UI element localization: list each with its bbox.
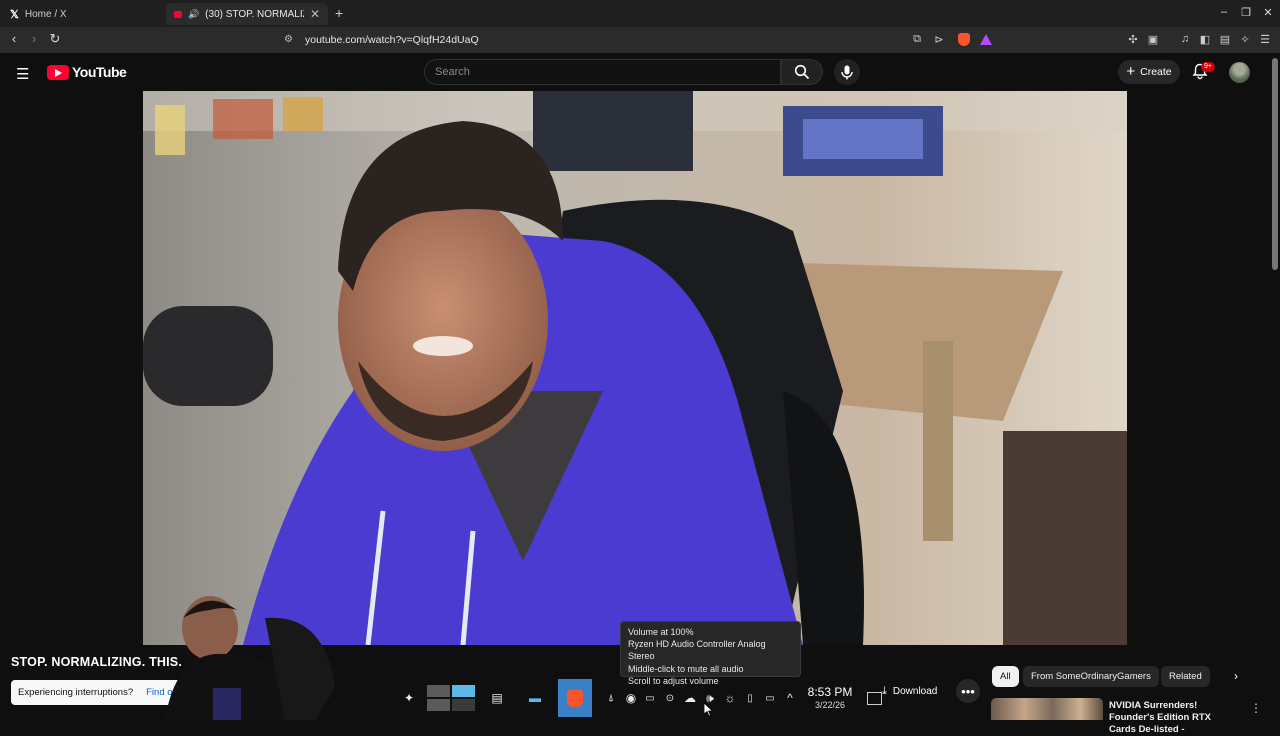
tray-antenna-icon[interactable]: ⍋ (603, 679, 619, 717)
workspace-switcher[interactable] (426, 679, 476, 717)
new-tab-button[interactable]: + (335, 5, 343, 21)
reload-button[interactable]: ↻ (46, 31, 64, 47)
clock-time[interactable]: 8:53 PM (804, 685, 856, 699)
tray-clipboard-icon[interactable]: ▭ (642, 679, 658, 717)
wallet-icon[interactable]: ▤ (1217, 33, 1233, 46)
forward-button[interactable]: › (25, 31, 43, 46)
tab-label: (30) STOP. NORMALIZING. (205, 8, 304, 20)
interruption-banner: Experiencing interruptions? Find out (11, 680, 186, 705)
app-launcher-icon[interactable]: ✦ (398, 679, 420, 717)
speaker-icon: 🔊 (187, 8, 200, 19)
system-monitor-icon[interactable]: ▤ (484, 679, 510, 717)
back-button[interactable]: ‹ (5, 31, 23, 46)
youtube-favicon-icon (174, 10, 182, 18)
create-label: Create (1140, 66, 1172, 78)
brave-rewards-icon[interactable] (978, 34, 994, 48)
chip-all[interactable]: All (992, 666, 1019, 687)
brave-shields-icon[interactable] (956, 33, 972, 49)
sidebar-icon[interactable]: ◧ (1197, 33, 1213, 46)
avatar[interactable] (1229, 62, 1250, 83)
tray-expand-icon[interactable]: ^ (782, 679, 798, 717)
address-bar[interactable]: ⚙ youtube.com/watch?v=QlqfH24dUaQ (250, 29, 1004, 51)
youtube-logo-text: YouTube (72, 64, 127, 80)
tray-battery-icon[interactable]: ▯ (742, 679, 758, 717)
browser-tab-bar: 𝕏 Home / X 🔊 (30) STOP. NORMALIZING. ✕ +… (0, 0, 1280, 27)
voice-search-button[interactable] (834, 59, 860, 85)
guide-menu-icon[interactable]: ☰ (16, 65, 29, 83)
minimize-button[interactable]: – (1214, 6, 1234, 18)
plus-icon: + (1126, 63, 1136, 80)
tray-media-icon[interactable]: ⊙ (662, 679, 678, 717)
tooltip-line-device: Ryzen HD Audio Controller Analog Stereo (628, 639, 766, 662)
notification-count-badge: 9+ (1201, 62, 1215, 72)
chip-related[interactable]: Related (1161, 666, 1210, 687)
tooltip-line-volume: Volume at 100% (628, 627, 694, 637)
tooltip-line-mute: Middle-click to mute all audio (628, 663, 744, 674)
interruption-text: Experiencing interruptions? (18, 687, 134, 698)
video-title: STOP. NORMALIZING. THIS. (11, 655, 183, 669)
browser-menu-icon[interactable]: ☰ (1257, 33, 1273, 46)
close-window-button[interactable]: ✕ (1258, 6, 1278, 19)
browser-toolbar: ‹ › ↻ 🔖︎ ⚙ youtube.com/watch?v=QlqfH24dU… (0, 27, 1280, 53)
tray-cloud-icon[interactable]: ☁ (682, 679, 698, 717)
youtube-logo[interactable]: YouTube (47, 64, 127, 80)
microphone-icon (841, 65, 853, 79)
tray-gamepad-icon[interactable]: ◉ (622, 679, 640, 717)
more-vertical-icon[interactable]: ⋮ (1250, 701, 1262, 715)
system-taskbar: ✦ ▤ ▬ ⍋ ◉ ▭ ⊙ ☁ 🕪︎ ☼ ▯ ▭ ^ 8:53 PM 3/22/… (392, 679, 887, 717)
volume-tooltip: Volume at 100% Ryzen HD Audio Controller… (620, 621, 801, 686)
suggestion-title[interactable]: NVIDIA Surrenders! Founder's Edition RTX… (1109, 700, 1239, 736)
create-button[interactable]: + Create (1118, 60, 1180, 84)
tray-brightness-icon[interactable]: ☼ (722, 679, 738, 717)
x-logo-icon: 𝕏 (10, 8, 19, 21)
download-label: Download (892, 685, 938, 697)
tab-search-icon[interactable]: ▣ (1145, 33, 1161, 46)
show-desktop-button[interactable] (864, 679, 884, 717)
youtube-play-icon (47, 64, 69, 80)
open-external-icon[interactable]: ⧉ (909, 33, 925, 46)
page-scrollbar[interactable] (1272, 58, 1278, 270)
maximize-button[interactable]: ❐ (1236, 6, 1256, 19)
mouse-cursor-icon (704, 703, 714, 717)
more-horizontal-icon: ••• (961, 683, 975, 699)
search-icon (794, 64, 810, 80)
tab-label: Home / X (24, 8, 67, 20)
chip-from-channel[interactable]: From SomeOrdinaryGamers (1023, 666, 1159, 687)
webcam-overlay-image (165, 596, 335, 720)
more-actions-button[interactable]: ••• (956, 679, 980, 703)
close-tab-icon[interactable]: ✕ (310, 7, 320, 21)
url-text: youtube.com/watch?v=QlqfH24dUaQ (305, 34, 479, 46)
suggestion-thumbnail[interactable] (991, 698, 1103, 720)
video-frame-image (143, 91, 1127, 645)
youtube-header: ☰ YouTube + Create 9+ (0, 53, 1280, 91)
media-controls-icon[interactable]: ♫ (1177, 33, 1193, 45)
tab-home-x[interactable]: 𝕏 Home / X (2, 3, 164, 25)
brave-browser-taskbar-icon[interactable] (558, 679, 592, 717)
tab-youtube-video[interactable]: 🔊 (30) STOP. NORMALIZING. ✕ (166, 3, 328, 25)
file-manager-icon[interactable]: ▬ (522, 679, 548, 717)
search-button[interactable] (781, 59, 823, 85)
search-input[interactable] (425, 60, 780, 84)
video-player[interactable] (143, 91, 1127, 645)
chevron-right-icon[interactable]: › (1234, 669, 1238, 683)
search-box (424, 59, 781, 85)
send-icon[interactable]: ⊳ (931, 33, 947, 46)
extensions-icon[interactable]: ✣ (1125, 33, 1141, 46)
site-info-icon[interactable]: ⚙ (284, 34, 293, 45)
clock-date[interactable]: 3/22/26 (804, 700, 856, 710)
tray-display-icon[interactable]: ▭ (762, 679, 778, 717)
leo-ai-icon[interactable]: ✧ (1237, 33, 1253, 46)
download-button[interactable]: ⤓ Download (882, 681, 937, 701)
